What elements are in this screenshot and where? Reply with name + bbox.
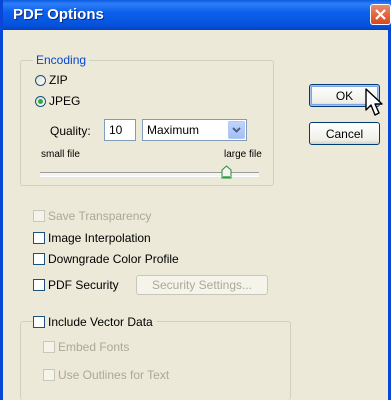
close-button[interactable]: [370, 4, 391, 25]
security-settings-button: Security Settings...: [136, 275, 268, 295]
pdf-security-label: PDF Security: [48, 278, 119, 292]
pdf-security-checkbox[interactable]: [33, 279, 45, 291]
jpeg-label: JPEG: [49, 94, 81, 108]
zip-label: ZIP: [49, 73, 68, 87]
title-bar[interactable]: PDF Options: [3, 0, 391, 30]
include-vector-data-row[interactable]: Include Vector Data: [33, 315, 157, 329]
save-transparency-checkbox: [33, 210, 45, 222]
quality-value: 10: [109, 123, 123, 137]
save-transparency-row: Save Transparency: [33, 209, 151, 223]
pdf-security-row[interactable]: PDF Security: [33, 278, 119, 292]
encoding-legend: Encoding: [33, 53, 90, 67]
zip-radio[interactable]: [35, 74, 46, 86]
quality-slider-thumb[interactable]: [221, 165, 232, 179]
chevron-down-icon: [232, 127, 241, 133]
include-vector-data-checkbox[interactable]: [33, 316, 45, 328]
jpeg-radio[interactable]: [35, 95, 46, 107]
use-outlines-label: Use Outlines for Text: [58, 368, 170, 382]
image-interpolation-row[interactable]: Image Interpolation: [33, 231, 151, 245]
embed-fonts-row: Embed Fonts: [43, 340, 129, 354]
downgrade-color-profile-label: Downgrade Color Profile: [48, 252, 179, 266]
downgrade-color-profile-checkbox[interactable]: [33, 253, 45, 265]
use-outlines-row: Use Outlines for Text: [43, 368, 169, 382]
quality-label: Quality:: [50, 124, 91, 138]
quality-preset-value: Maximum: [147, 123, 200, 137]
jpeg-radio-row[interactable]: JPEG: [35, 94, 80, 108]
image-interpolation-checkbox[interactable]: [33, 232, 45, 244]
large-file-label: large file: [224, 149, 262, 160]
use-outlines-checkbox: [43, 369, 55, 381]
window-title: PDF Options: [13, 6, 104, 23]
downgrade-color-profile-row[interactable]: Downgrade Color Profile: [33, 252, 179, 266]
mouse-pointer-icon: [365, 88, 383, 116]
save-transparency-label: Save Transparency: [48, 209, 152, 223]
zip-radio-row[interactable]: ZIP: [35, 73, 68, 87]
image-interpolation-label: Image Interpolation: [48, 231, 151, 245]
close-icon: [375, 9, 386, 20]
cancel-button[interactable]: Cancel: [309, 122, 380, 145]
include-vector-data-label: Include Vector Data: [48, 315, 153, 329]
quality-preset-select[interactable]: Maximum: [142, 119, 247, 141]
quality-input[interactable]: 10: [104, 119, 136, 141]
vector-data-group: [20, 321, 291, 400]
dropdown-button[interactable]: [228, 121, 245, 139]
embed-fonts-label: Embed Fonts: [58, 340, 130, 354]
pdf-options-dialog: PDF Options Encoding ZIP JPEG Quality: 1…: [0, 0, 391, 400]
embed-fonts-checkbox: [43, 341, 55, 353]
small-file-label: small file: [41, 149, 80, 160]
